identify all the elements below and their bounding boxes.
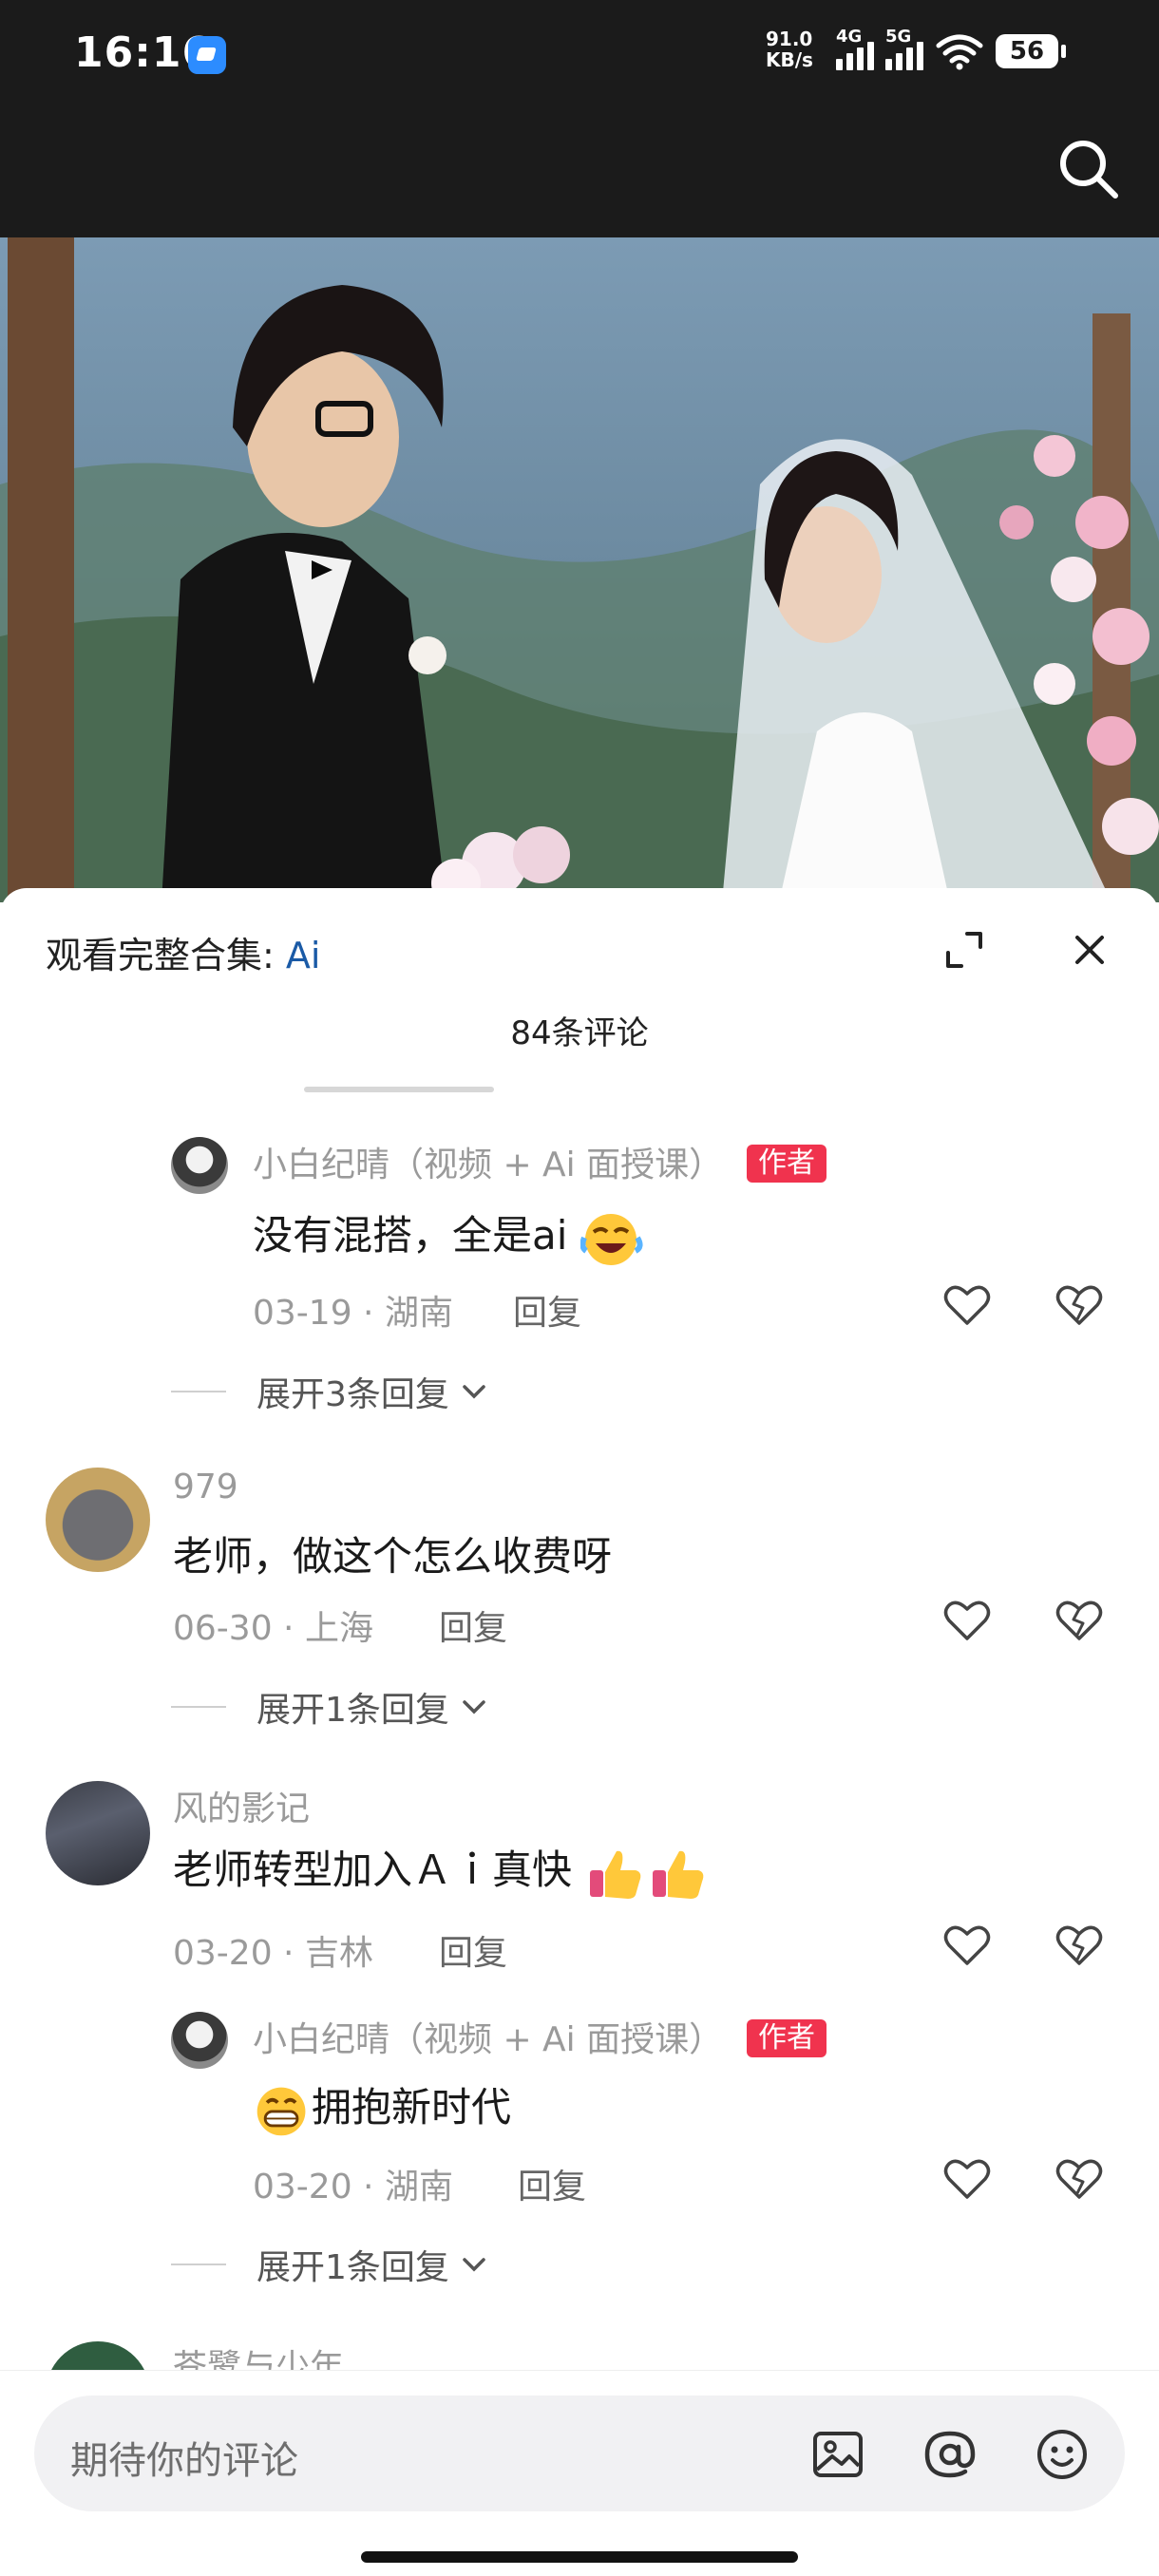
signal-4g-label: 4G <box>836 27 863 47</box>
app-notification-icon <box>188 36 226 74</box>
expand-replies-label: 展开1条回复 <box>256 1691 449 1730</box>
comment-text-content: 拥抱新时代 <box>312 2084 512 2131</box>
comment-meta: 03-19 · 湖南 <box>253 1294 453 1333</box>
divider-dash <box>171 1391 226 1392</box>
comment-count: 84条评论 <box>510 1014 649 1052</box>
heart-icon[interactable] <box>940 1595 994 1648</box>
home-indicator[interactable] <box>361 2551 798 2563</box>
reply-button[interactable]: 回复 <box>439 1601 507 1650</box>
reply-button[interactable]: 回复 <box>518 2159 586 2208</box>
expand-replies-label: 展开3条回复 <box>256 1375 449 1414</box>
thumbs-up-emoji-icon <box>653 1850 704 1899</box>
comment-text: 拥抱新时代 <box>253 2075 511 2140</box>
app-screen: 16:16 91.0 KB/s 4G 5G 56 观看完整合集: Ai 84条评… <box>0 0 1159 2576</box>
expand-replies-button[interactable]: 展开1条回复 <box>171 2241 489 2288</box>
comment-username[interactable]: 979 <box>173 1468 238 1506</box>
avatar[interactable] <box>46 1781 150 1885</box>
network-speed: 91.0 KB/s <box>766 28 813 70</box>
expand-replies-label: 展开1条回复 <box>256 2248 449 2287</box>
at-icon[interactable] <box>922 2426 978 2483</box>
header-bar: 16:16 91.0 KB/s 4G 5G 56 <box>0 0 1159 237</box>
wifi-icon <box>936 34 983 70</box>
comment-text-content: 老师转型加入Ａｉ真快 <box>173 1847 573 1893</box>
image-icon[interactable] <box>809 2426 866 2483</box>
divider-dash <box>171 1706 226 1708</box>
heart-icon[interactable] <box>940 2153 994 2207</box>
laughing-tears-emoji-icon <box>580 1213 643 1265</box>
collection-link[interactable]: Ai <box>286 935 321 976</box>
comment-sheet: 观看完整合集: Ai 84条评论 小白纪晴（视频 + Ai 面授课） 作者 没有… <box>0 888 1159 2576</box>
heart-icon[interactable] <box>940 1920 994 1973</box>
network-speed-value: 91.0 <box>766 28 813 50</box>
dislike-icon[interactable] <box>1053 1279 1106 1333</box>
avatar[interactable] <box>171 1137 228 1194</box>
heart-icon[interactable] <box>940 1279 994 1333</box>
comment-location: 上海 <box>304 1609 373 1648</box>
comment-location: 吉林 <box>304 1934 373 1973</box>
video-scene-image <box>0 237 1159 902</box>
collection-title[interactable]: 观看完整合集: Ai <box>46 926 320 978</box>
chevron-down-icon <box>463 2258 485 2272</box>
collection-title-prefix: 观看完整合集: <box>46 935 286 976</box>
expand-replies-button[interactable]: 展开1条回复 <box>171 1683 489 1731</box>
avatar[interactable] <box>46 1468 150 1572</box>
dislike-icon[interactable] <box>1053 1595 1106 1648</box>
comment-username[interactable]: 风的影记 <box>173 1781 310 1830</box>
network-speed-unit: KB/s <box>766 48 813 71</box>
expand-icon[interactable] <box>940 926 988 974</box>
comment-text: 没有混搭，全是ai <box>253 1203 643 1268</box>
divider-dash <box>171 2263 226 2265</box>
comment-text-content: 没有混搭，全是ai <box>253 1212 568 1259</box>
comment-date: 03-20 <box>173 1934 273 1973</box>
scrolled-content-fragment <box>285 1083 522 1096</box>
dislike-icon[interactable] <box>1053 2153 1106 2207</box>
signal-4g-icon: 4G <box>836 27 874 70</box>
comment-username[interactable]: 小白纪晴（视频 + Ai 面授课） <box>253 1137 723 1186</box>
comment-meta: 03-20 · 湖南 <box>253 2168 453 2207</box>
comment-date: 06-30 <box>173 1609 273 1648</box>
comment-date: 03-20 <box>253 2168 352 2207</box>
close-icon[interactable] <box>1066 926 1113 974</box>
signal-5g-icon: 5G <box>885 27 923 70</box>
chevron-down-icon <box>463 1385 485 1399</box>
battery-indicator: 56 <box>996 34 1066 68</box>
comment-username[interactable]: 小白纪晴（视频 + Ai 面授课） <box>253 2012 723 2061</box>
author-badge: 作者 <box>747 2019 826 2057</box>
comment-meta: 06-30 · 上海 <box>173 1609 373 1648</box>
comment-text: 老师转型加入Ａｉ真快 <box>173 1838 710 1903</box>
author-badge: 作者 <box>747 1145 826 1183</box>
reply-button[interactable]: 回复 <box>513 1285 581 1335</box>
signal-5g-label: 5G <box>885 27 912 47</box>
expand-replies-button[interactable]: 展开3条回复 <box>171 1368 489 1415</box>
avatar[interactable] <box>171 2012 228 2069</box>
chevron-down-icon <box>463 1700 485 1714</box>
grinning-emoji-icon <box>256 2087 306 2135</box>
comment-text: 老师，做这个怎么收费呀 <box>173 1533 613 1580</box>
search-icon[interactable] <box>1054 135 1121 201</box>
comment-date: 03-19 <box>253 1294 352 1333</box>
comment-input-placeholder: 期待你的评论 <box>70 2439 298 2483</box>
video-frame[interactable] <box>0 237 1159 902</box>
comment-input-bar: 期待你的评论 <box>0 2370 1159 2576</box>
reply-button[interactable]: 回复 <box>439 1925 507 1975</box>
emoji-icon[interactable] <box>1034 2426 1091 2483</box>
dislike-icon[interactable] <box>1053 1920 1106 1973</box>
comment-location: 湖南 <box>384 1294 453 1333</box>
comment-meta: 03-20 · 吉林 <box>173 1934 373 1973</box>
thumbs-up-emoji-icon <box>590 1850 641 1899</box>
status-icons: 4G 5G 56 <box>836 27 1066 70</box>
comment-input[interactable]: 期待你的评论 <box>34 2396 1125 2511</box>
comment-location: 湖南 <box>384 2168 453 2207</box>
